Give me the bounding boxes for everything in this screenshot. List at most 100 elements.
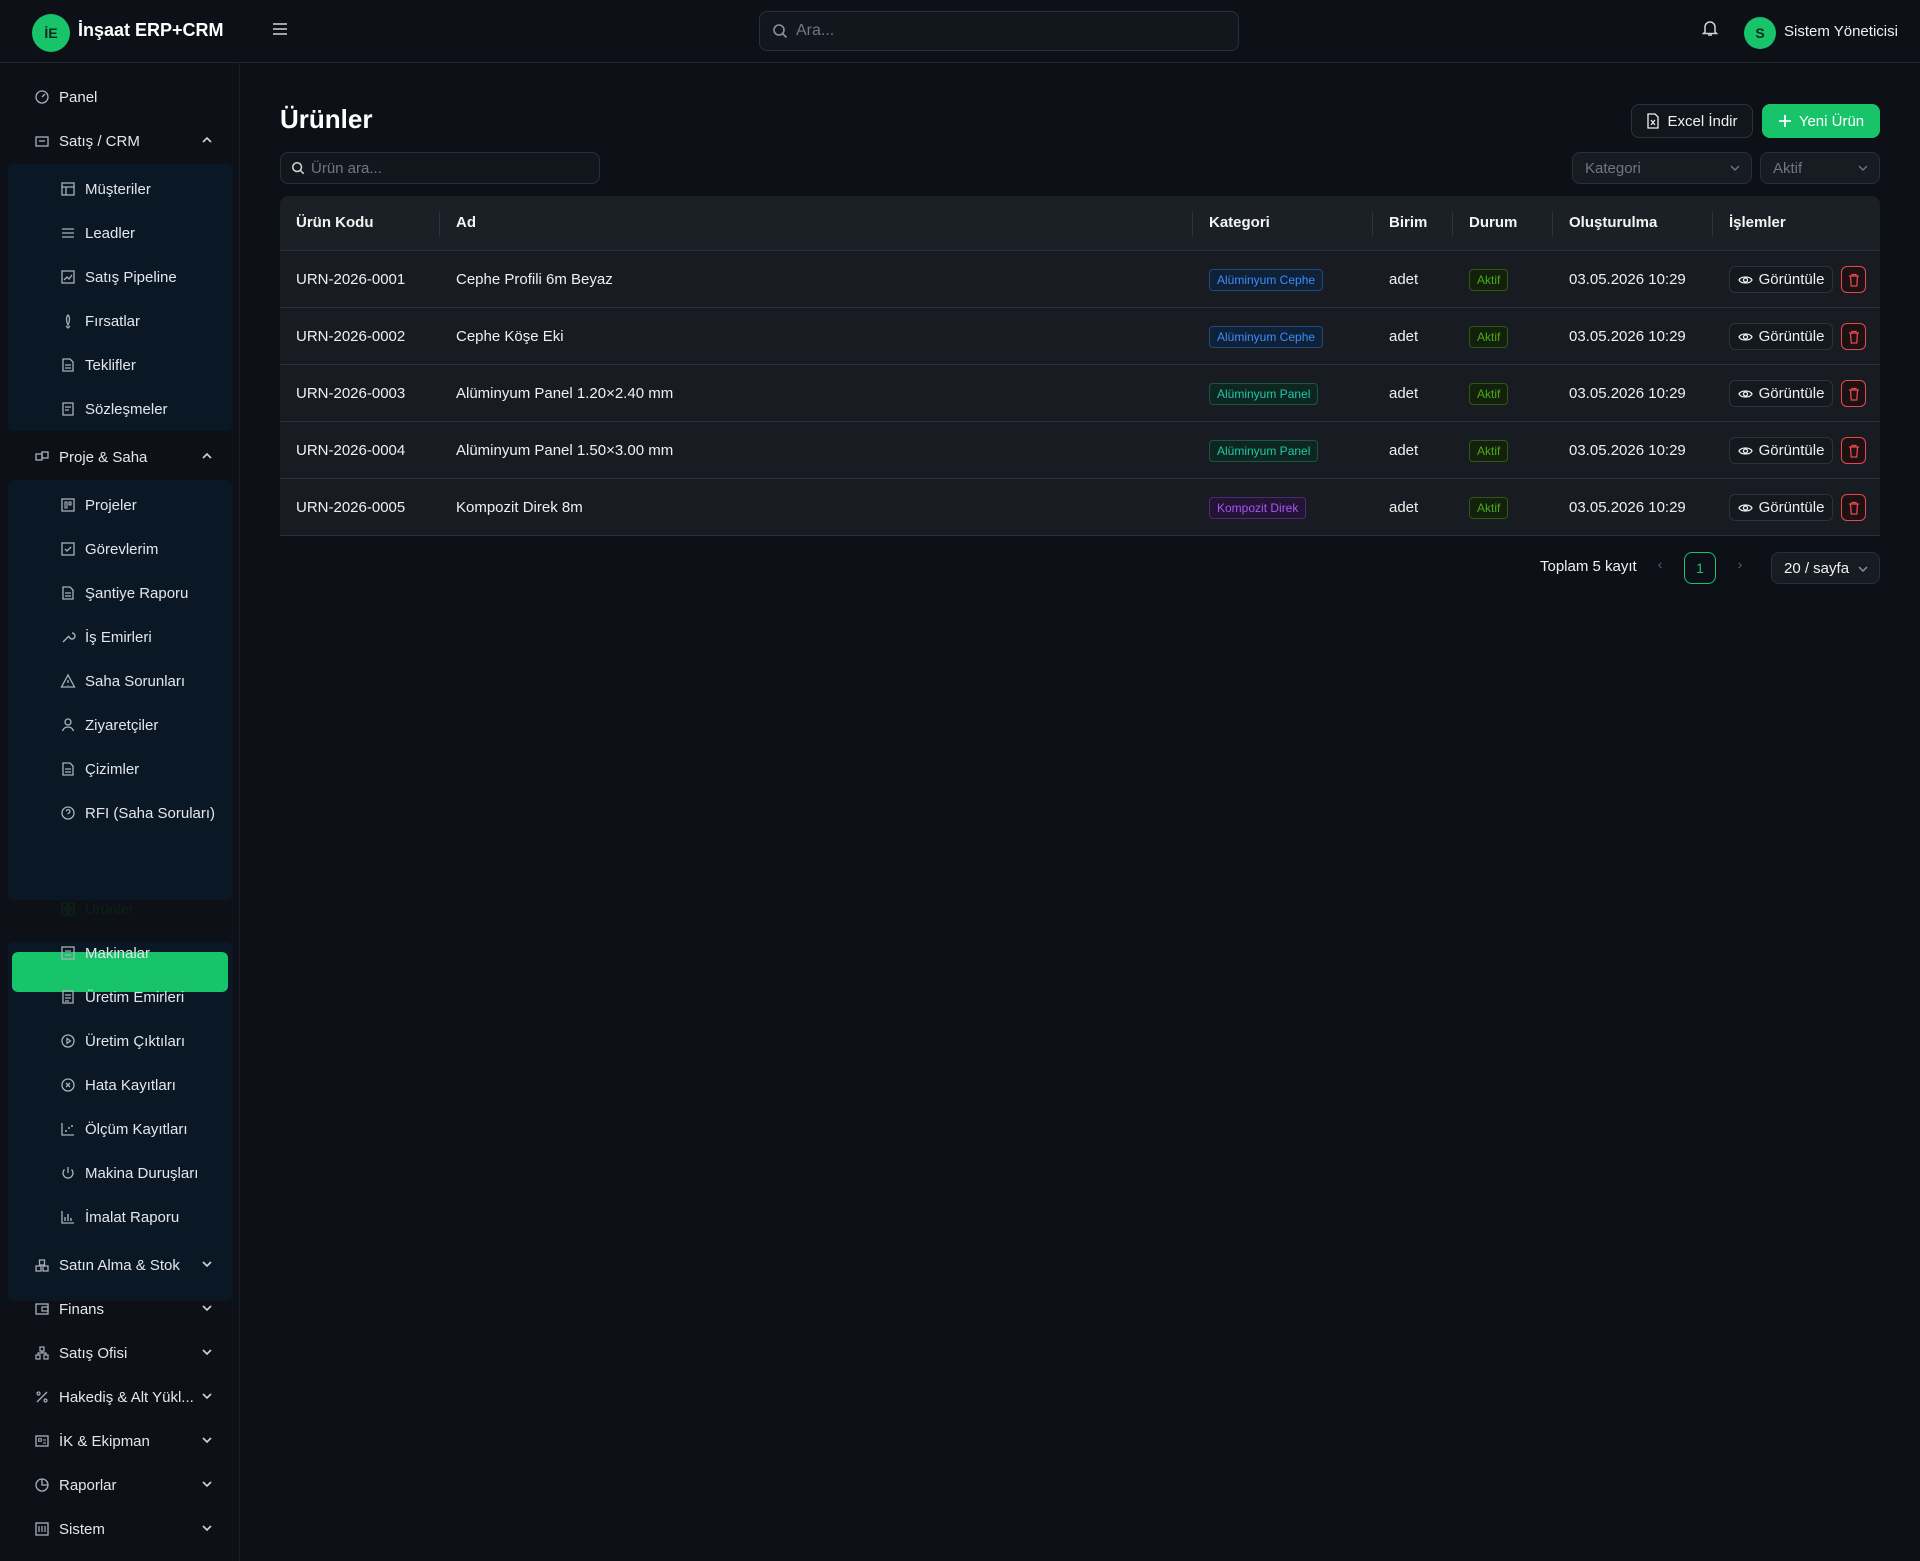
sidebar-item-label: Satış Pipeline bbox=[85, 268, 177, 286]
chevron-down-icon bbox=[202, 1437, 212, 1444]
view-button[interactable]: Görüntüle bbox=[1729, 380, 1833, 407]
sidebar-item-rfi[interactable]: RFI (Saha Soruları) bbox=[60, 793, 220, 833]
new-product-label: Yeni Ürün bbox=[1798, 112, 1865, 130]
sidebar-item-machines[interactable]: Makinalar bbox=[60, 933, 220, 973]
sidebar-item-products[interactable]: Ürünler bbox=[60, 889, 220, 929]
user-name[interactable]: Sistem Yöneticisi bbox=[1784, 23, 1898, 40]
status-badge: Aktif bbox=[1469, 497, 1509, 519]
category-select[interactable]: Kategori bbox=[1572, 152, 1752, 184]
sidebar-group-finance[interactable]: Finans bbox=[34, 1289, 214, 1329]
sidebar-group-sales-office[interactable]: Satış Ofisi bbox=[34, 1333, 214, 1373]
sidebar-item-machine-downtimes[interactable]: Makina Duruşları bbox=[60, 1153, 220, 1193]
table-row[interactable]: URN-2026-0004 Alüminyum Panel 1.50×3.00 … bbox=[280, 422, 1880, 479]
new-product-button[interactable]: Yeni Ürün bbox=[1762, 104, 1880, 138]
sidebar-item-measurement-logs[interactable]: Ölçüm Kayıtları bbox=[60, 1109, 220, 1149]
table-row[interactable]: URN-2026-0001 Cephe Profili 6m Beyaz Alü… bbox=[280, 251, 1880, 308]
cell-created: 03.05.2026 10:29 bbox=[1569, 328, 1686, 345]
sidebar-item-visitors[interactable]: Ziyaretçiler bbox=[60, 705, 220, 745]
sidebar-item-leads[interactable]: Leadler bbox=[60, 213, 220, 253]
sidebar-item-my-tasks[interactable]: Görevlerim bbox=[60, 529, 220, 569]
machine-icon bbox=[61, 946, 75, 960]
app-logo[interactable]: İE bbox=[32, 14, 70, 52]
sidebar-group-reports[interactable]: Raporlar bbox=[34, 1465, 214, 1505]
view-button[interactable]: Görüntüle bbox=[1729, 437, 1833, 464]
sidebar-item-contracts[interactable]: Sözleşmeler bbox=[60, 389, 220, 429]
sidebar-item-label: Projeler bbox=[85, 496, 137, 514]
document-icon bbox=[62, 358, 74, 372]
close-circle-icon bbox=[61, 1078, 75, 1092]
sidebar-item-customers[interactable]: Müşteriler bbox=[60, 169, 220, 209]
global-search-input[interactable] bbox=[796, 22, 1216, 40]
sidebar-group-purchasing-stock[interactable]: Satın Alma & Stok bbox=[34, 1245, 214, 1285]
cell-unit: adet bbox=[1389, 271, 1419, 288]
notification-bell-icon[interactable] bbox=[1700, 18, 1724, 42]
column-header-category[interactable]: Kategori bbox=[1209, 214, 1270, 231]
table-row[interactable]: URN-2026-0003 Alüminyum Panel 1.20×2.40 … bbox=[280, 365, 1880, 422]
sidebar-item-drawings[interactable]: Çizimler bbox=[60, 749, 220, 789]
cell-code: URN-2026-0003 bbox=[296, 385, 406, 402]
sidebar-item-work-orders[interactable]: İş Emirleri bbox=[60, 617, 220, 657]
menu-toggle-icon[interactable] bbox=[268, 20, 292, 44]
delete-button[interactable] bbox=[1841, 494, 1866, 521]
sidebar-item-label: Fırsatlar bbox=[85, 312, 141, 330]
sidebar-item-site-issues[interactable]: Saha Sorunları bbox=[60, 661, 220, 701]
delete-button[interactable] bbox=[1841, 266, 1866, 293]
projects-icon bbox=[61, 498, 75, 512]
sidebar-group-project-site[interactable]: Proje & Saha bbox=[34, 437, 214, 477]
column-header-created[interactable]: Oluşturulma bbox=[1569, 214, 1657, 231]
column-divider bbox=[1452, 212, 1453, 236]
delete-button[interactable] bbox=[1841, 437, 1866, 464]
sidebar-item-production-orders[interactable]: Üretim Emirleri bbox=[60, 977, 220, 1017]
sidebar-item-quotes[interactable]: Teklifler bbox=[60, 345, 220, 385]
pie-chart-icon bbox=[35, 1478, 49, 1492]
next-page-icon[interactable]: › bbox=[1732, 556, 1748, 576]
user-avatar[interactable]: S bbox=[1744, 17, 1776, 49]
prev-page-icon[interactable]: ‹ bbox=[1652, 556, 1668, 576]
column-header-unit[interactable]: Birim bbox=[1389, 214, 1427, 231]
delete-button[interactable] bbox=[1841, 323, 1866, 350]
column-header-code[interactable]: Ürün Kodu bbox=[296, 214, 373, 231]
table-row[interactable]: URN-2026-0002 Cephe Köşe Eki Alüminyum C… bbox=[280, 308, 1880, 365]
product-search-input[interactable] bbox=[311, 159, 591, 177]
view-button[interactable]: Görüntüle bbox=[1729, 266, 1833, 293]
global-search[interactable] bbox=[759, 11, 1239, 51]
table-row[interactable]: URN-2026-0005 Kompozit Direk 8m Kompozit… bbox=[280, 479, 1880, 536]
sidebar-item-label: Ölçüm Kayıtları bbox=[85, 1120, 188, 1138]
sidebar-group-label: Proje & Saha bbox=[59, 448, 148, 466]
sidebar-item-error-logs[interactable]: Hata Kayıtları bbox=[60, 1065, 220, 1105]
cell-unit: adet bbox=[1389, 385, 1419, 402]
delete-button[interactable] bbox=[1841, 380, 1866, 407]
total-records: Toplam 5 kayıt bbox=[1540, 558, 1637, 575]
column-header-status[interactable]: Durum bbox=[1469, 214, 1517, 231]
sidebar-item-sales-pipeline[interactable]: Satış Pipeline bbox=[60, 257, 220, 297]
view-button[interactable]: Görüntüle bbox=[1729, 494, 1833, 521]
app-title[interactable]: İnşaat ERP+CRM bbox=[78, 20, 224, 41]
sidebar-group-label: Sistem bbox=[59, 1520, 105, 1538]
sidebar-group-progress-payments[interactable]: Hakediş & Alt Yükl... bbox=[34, 1377, 214, 1417]
eye-icon bbox=[1737, 332, 1753, 341]
status-select[interactable]: Aktif bbox=[1760, 152, 1880, 184]
sidebar-group-system[interactable]: Sistem bbox=[34, 1509, 214, 1549]
column-header-name[interactable]: Ad bbox=[456, 214, 476, 231]
sidebar-item-label: Makina Duruşları bbox=[85, 1164, 199, 1182]
sidebar-item-site-report[interactable]: Şantiye Raporu bbox=[60, 573, 220, 613]
sidebar-item-manufacturing-report[interactable]: İmalat Raporu bbox=[60, 1197, 220, 1237]
view-button[interactable]: Görüntüle bbox=[1729, 323, 1833, 350]
sidebar-item-panel[interactable]: Panel bbox=[34, 77, 214, 117]
cell-unit: adet bbox=[1389, 499, 1419, 516]
sidebar-group-hr-equipment[interactable]: İK & Ekipman bbox=[34, 1421, 214, 1461]
wrench-icon bbox=[62, 632, 76, 643]
list-icon bbox=[62, 228, 74, 238]
excel-download-button[interactable]: Excel İndir bbox=[1631, 104, 1753, 138]
sidebar-group-sales-crm[interactable]: Satış / CRM bbox=[34, 121, 214, 161]
page-size-select[interactable]: 20 / sayfa bbox=[1771, 552, 1880, 584]
sidebar-group-label: İK & Ekipman bbox=[59, 1432, 150, 1450]
sidebar-item-projects[interactable]: Projeler bbox=[60, 485, 220, 525]
sidebar-item-label: Makinalar bbox=[85, 944, 151, 962]
sidebar-item-production-outputs[interactable]: Üretim Çıktıları bbox=[60, 1021, 220, 1061]
view-button-label: Görüntüle bbox=[1758, 442, 1825, 459]
product-search[interactable] bbox=[280, 152, 600, 184]
sidebar-item-opportunities[interactable]: Fırsatlar bbox=[60, 301, 220, 341]
status-badge: Aktif bbox=[1469, 383, 1509, 405]
page-number-current[interactable]: 1 bbox=[1684, 552, 1716, 584]
